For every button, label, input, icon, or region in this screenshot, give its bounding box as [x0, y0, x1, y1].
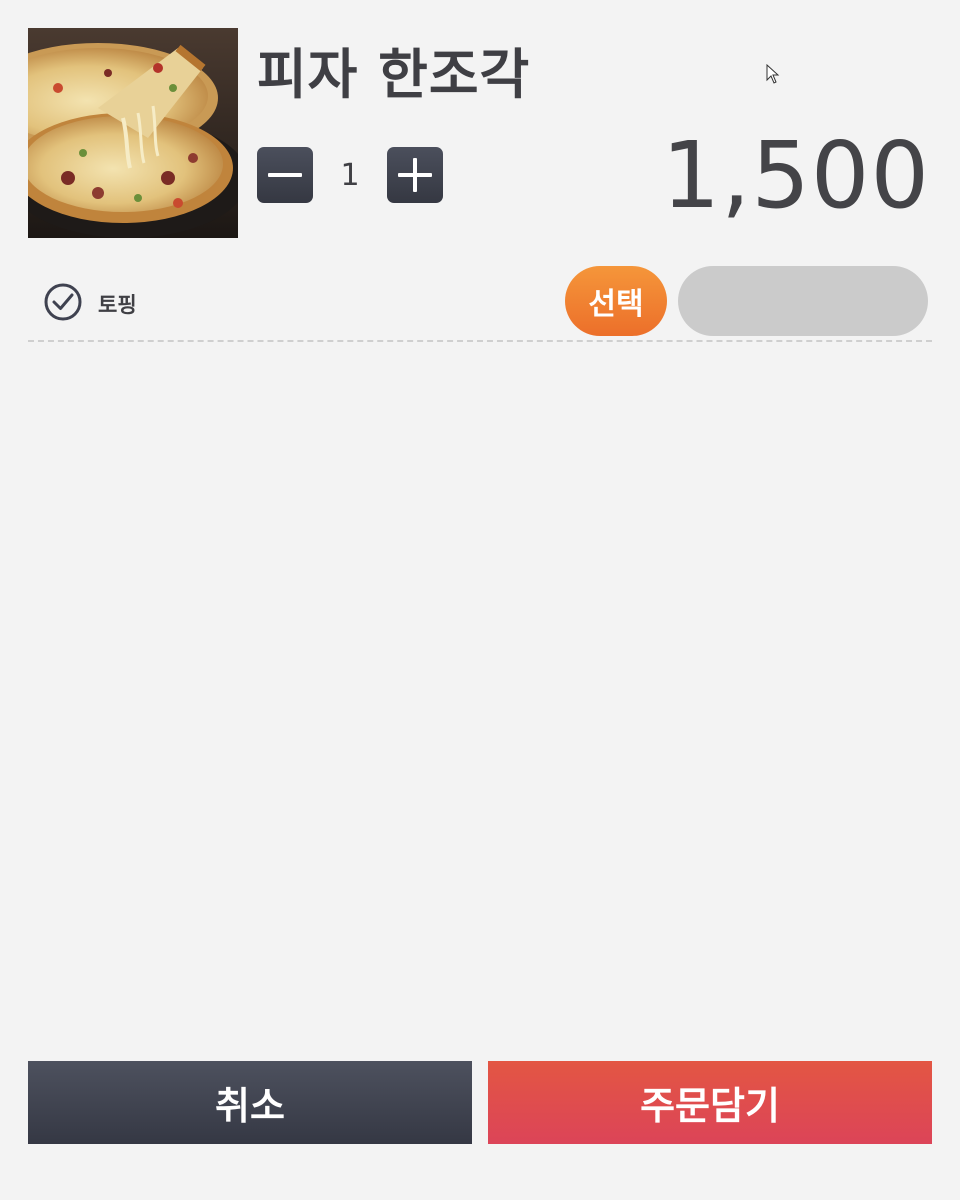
mouse-cursor-icon: [766, 64, 780, 84]
pizza-image: [28, 28, 238, 238]
topping-select-button[interactable]: 선택: [565, 266, 667, 336]
topping-selected-value: [678, 266, 928, 336]
product-name: 피자 한조각: [257, 43, 531, 106]
quantity-value: 1: [340, 158, 360, 193]
add-to-order-button[interactable]: 주문담기: [488, 1061, 932, 1144]
option-label: 토핑: [98, 293, 137, 317]
cancel-button[interactable]: 취소: [28, 1061, 472, 1144]
option-row-topping: 토핑 선택: [28, 262, 932, 342]
menu-item-option-screen: 피자 한조각 1 1,500 토핑 선택 취소 주문담기: [0, 0, 960, 1200]
minus-icon: [268, 173, 302, 177]
increase-quantity-button[interactable]: [387, 147, 443, 203]
decrease-quantity-button[interactable]: [257, 147, 313, 203]
check-circle-icon: [44, 283, 82, 321]
product-price: 1,500: [661, 122, 930, 229]
pizza-photo-icon: [28, 28, 238, 238]
